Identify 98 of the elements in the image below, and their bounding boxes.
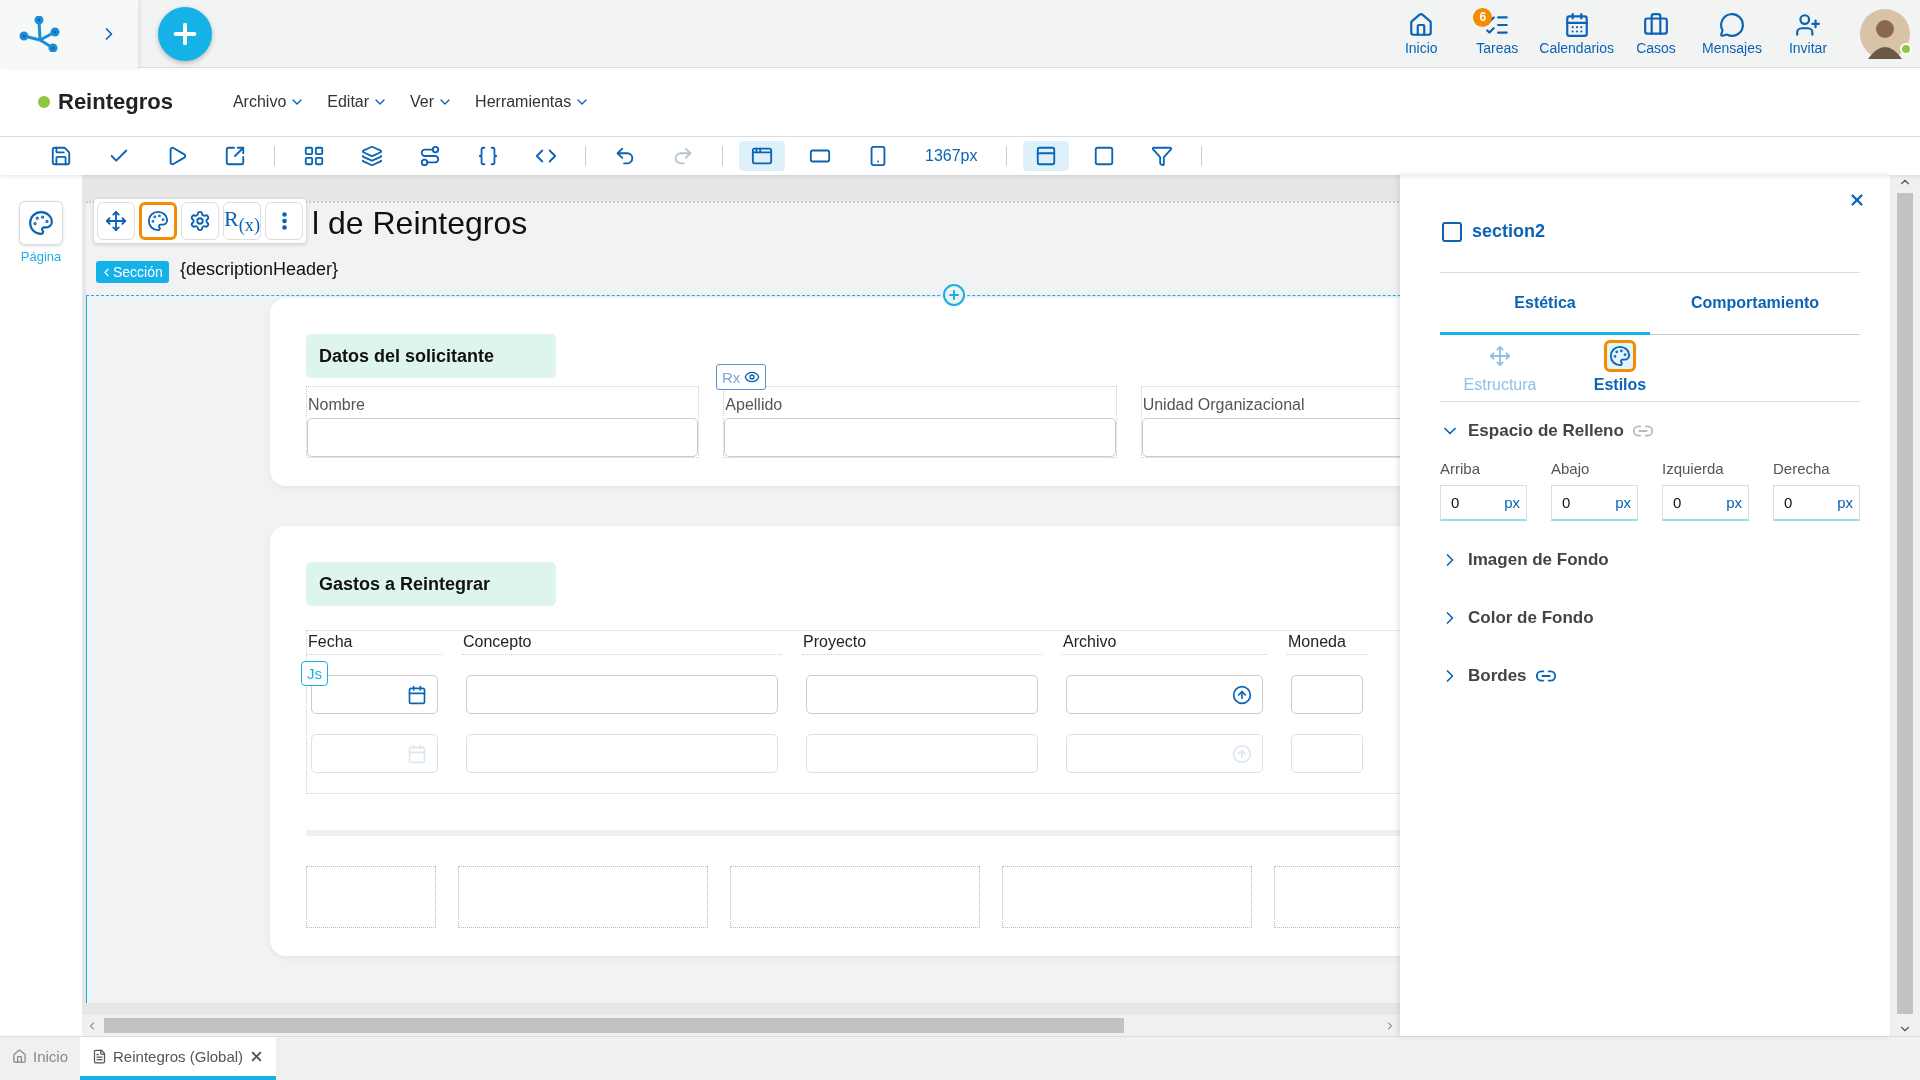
card-heading: Datos del solicitante: [306, 334, 556, 378]
palette-icon: [147, 210, 169, 232]
online-status-icon: [1900, 42, 1912, 55]
save-icon: [50, 145, 72, 167]
undo-icon: [614, 145, 636, 167]
palette-button[interactable]: [139, 202, 177, 240]
section-header[interactable]: Espacio de Relleno: [1440, 402, 1654, 460]
count-badge: 6: [1473, 7, 1493, 27]
menu[interactable]: Herramientas: [475, 93, 591, 111]
field-label: Apellido: [724, 395, 784, 415]
width-label: 1367px: [925, 147, 978, 165]
nav-item[interactable]: Mensajes: [1696, 11, 1768, 56]
export-icon: [224, 145, 246, 167]
move-icon: [1489, 345, 1511, 367]
card-heading: Gastos a Reintegrar: [306, 562, 556, 606]
desktop-view-button[interactable]: [739, 141, 785, 171]
braces-icon: [477, 145, 499, 167]
desktop-view-icon: [751, 145, 773, 167]
field-label: Nombre: [307, 395, 366, 415]
field-label: Unidad Organizacional: [1141, 395, 1306, 415]
input-field[interactable]: [724, 418, 1116, 457]
field-label: Izquierda: [1662, 460, 1725, 477]
grid-icon: [303, 145, 325, 167]
rx-label: Rx: [722, 368, 741, 386]
close-icon: [1848, 191, 1866, 209]
tab[interactable]: Comportamiento: [1650, 273, 1860, 335]
home-icon: [1408, 11, 1435, 38]
bottom-tab[interactable]: Reintegros (Global): [80, 1037, 277, 1080]
column-header: Concepto: [462, 631, 782, 655]
section-header[interactable]: Color de Fondo: [1440, 589, 1594, 647]
palette-icon: [28, 210, 54, 236]
route-icon: [419, 145, 441, 167]
section-header[interactable]: Bordes: [1440, 647, 1557, 705]
column-header: Proyecto: [802, 631, 1042, 655]
calendar-icon: [407, 684, 427, 705]
input-field[interactable]: 0 px: [1773, 485, 1860, 521]
tab[interactable]: Estética: [1440, 273, 1650, 335]
input-field[interactable]: [307, 418, 699, 457]
page-button[interactable]: [19, 201, 63, 245]
page-layout-button[interactable]: [1022, 141, 1069, 171]
input-field[interactable]: [466, 675, 778, 714]
move-icon: [105, 210, 127, 232]
input-field[interactable]: [1291, 675, 1363, 714]
menu[interactable]: Archivo: [232, 93, 306, 111]
menu[interactable]: Ver: [410, 93, 454, 111]
input-field[interactable]: 0 px: [1662, 485, 1749, 521]
bottom-tab[interactable]: Inicio: [0, 1037, 81, 1080]
rail-label: Página: [20, 249, 62, 264]
layers-icon: [361, 145, 383, 167]
nav-item[interactable]: Invitar: [1772, 11, 1844, 56]
chat-bubble-icon: [1719, 11, 1745, 38]
home-icon: [12, 1049, 27, 1064]
logo-icon: [19, 15, 61, 52]
palette-icon: [1609, 345, 1631, 367]
more-button[interactable]: [265, 202, 303, 240]
upload-icon: [1232, 684, 1252, 705]
status-dot-icon: [38, 96, 50, 108]
more-icon: [281, 212, 287, 230]
column-header: Fecha: [307, 631, 442, 655]
avatar[interactable]: [1860, 8, 1910, 59]
column-header: Archivo: [1062, 631, 1267, 655]
panel-title: section2: [1472, 221, 1546, 242]
close-button[interactable]: [1848, 191, 1866, 209]
column-header: Moneda: [1287, 631, 1367, 655]
subtab[interactable]: Estilos: [1560, 339, 1680, 395]
nav-item[interactable]: Casos: [1620, 11, 1692, 56]
header-title: l de Reintegros: [312, 205, 528, 242]
field-label: Abajo: [1551, 460, 1591, 477]
move-button[interactable]: [97, 202, 135, 240]
header-description: {descriptionHeader}: [180, 259, 339, 280]
settings-icon: [189, 210, 211, 232]
briefcase-icon: [1643, 11, 1669, 38]
calendar-icon: [1563, 11, 1590, 38]
form-icon: [92, 1049, 108, 1064]
scrollbar-thumb[interactable]: [1897, 193, 1913, 1014]
nav-item[interactable]: Inicio: [1385, 11, 1458, 56]
input-field[interactable]: [806, 675, 1038, 714]
section-icon: [1440, 219, 1464, 244]
input-field[interactable]: 0 px: [1551, 485, 1638, 521]
field-label: Derecha: [1773, 460, 1831, 477]
redo-icon: [672, 145, 694, 167]
input-field[interactable]: 0 px: [1440, 485, 1527, 521]
add-user-icon: [1795, 11, 1821, 38]
calendar-icon: [407, 743, 427, 764]
page-layout-icon: [1034, 145, 1057, 167]
formula-button[interactable]: R$_{(x)}$: [223, 202, 261, 240]
eye-icon: [744, 369, 761, 385]
section-header[interactable]: Imagen de Fondo: [1440, 531, 1609, 589]
card-layout-icon: [1092, 145, 1115, 167]
input-field[interactable]: [1066, 675, 1263, 714]
menu[interactable]: Editar: [327, 93, 389, 111]
nav-item[interactable]: Calendarios: [1537, 11, 1616, 56]
field-label: Arriba: [1440, 460, 1481, 477]
scrollbar-thumb[interactable]: [104, 1018, 1124, 1033]
upload-icon: [1232, 743, 1252, 764]
document-title: Reintegros: [58, 89, 173, 115]
settings-button[interactable]: [181, 202, 219, 240]
filter-icon: [1150, 145, 1173, 167]
